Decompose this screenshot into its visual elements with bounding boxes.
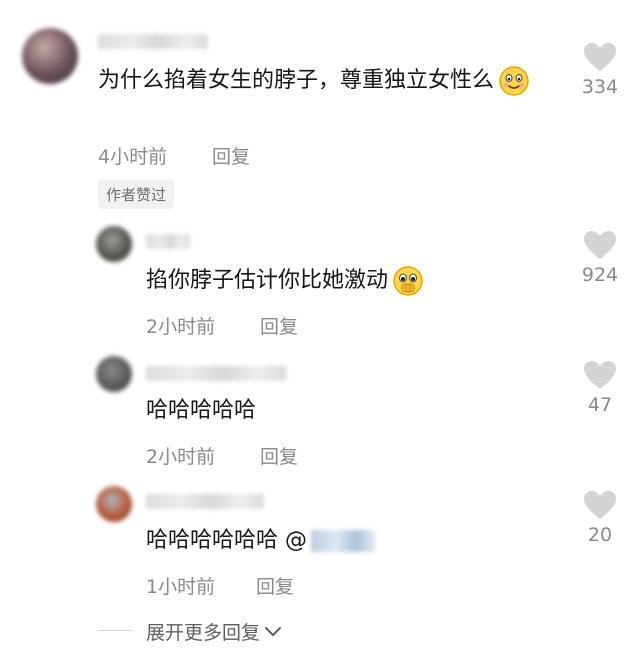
divider-line <box>98 630 132 631</box>
expand-replies-label: 展开更多回复 <box>146 622 261 644</box>
pleading-emoji-icon <box>393 266 423 296</box>
reply-button[interactable]: 回复 <box>212 142 250 169</box>
avatar[interactable] <box>96 226 132 262</box>
comment-text: 掐你脖子估计你比她激动 <box>146 264 566 298</box>
like-count: 47 <box>587 394 613 416</box>
expand-replies-button[interactable]: 展开更多回复 <box>146 618 282 645</box>
like-count: 924 <box>581 264 619 286</box>
heart-icon[interactable] <box>583 490 617 520</box>
reply-button[interactable]: 回复 <box>260 312 298 339</box>
comment-text-content: 哈哈哈哈哈哈 @ <box>146 528 307 553</box>
heart-icon[interactable] <box>583 360 617 390</box>
username[interactable] <box>98 34 208 49</box>
reply-button[interactable]: 回复 <box>256 572 294 599</box>
heart-icon[interactable] <box>583 230 617 260</box>
comment-text: 哈哈哈哈哈哈 @ <box>146 524 566 558</box>
comment-text-content: 为什么掐着女生的脖子，尊重独立女性么 <box>98 68 495 93</box>
comment-time: 2小时前 <box>146 316 216 338</box>
comment-time: 1小时前 <box>146 576 216 598</box>
comment-text: 为什么掐着女生的脖子，尊重独立女性么 <box>98 64 558 98</box>
chevron-down-icon <box>265 626 282 636</box>
avatar[interactable] <box>22 28 78 84</box>
username[interactable] <box>146 234 190 249</box>
comment-time: 2小时前 <box>146 446 216 468</box>
comment-text: 哈哈哈哈哈 <box>146 398 257 423</box>
heart-icon[interactable] <box>583 42 617 72</box>
reply-button[interactable]: 回复 <box>260 442 298 469</box>
like-count: 334 <box>581 76 619 98</box>
username[interactable] <box>146 494 264 509</box>
username[interactable] <box>146 366 286 381</box>
mention-username[interactable] <box>311 530 375 552</box>
avatar[interactable] <box>96 486 132 522</box>
avatar[interactable] <box>96 356 132 392</box>
comment-text-content: 掐你脖子估计你比她激动 <box>146 268 389 293</box>
comment-time: 4小时前 <box>98 146 168 168</box>
smile-emoji-icon <box>499 66 529 96</box>
like-count: 20 <box>587 524 613 546</box>
author-liked-badge: 作者赞过 <box>98 180 175 209</box>
